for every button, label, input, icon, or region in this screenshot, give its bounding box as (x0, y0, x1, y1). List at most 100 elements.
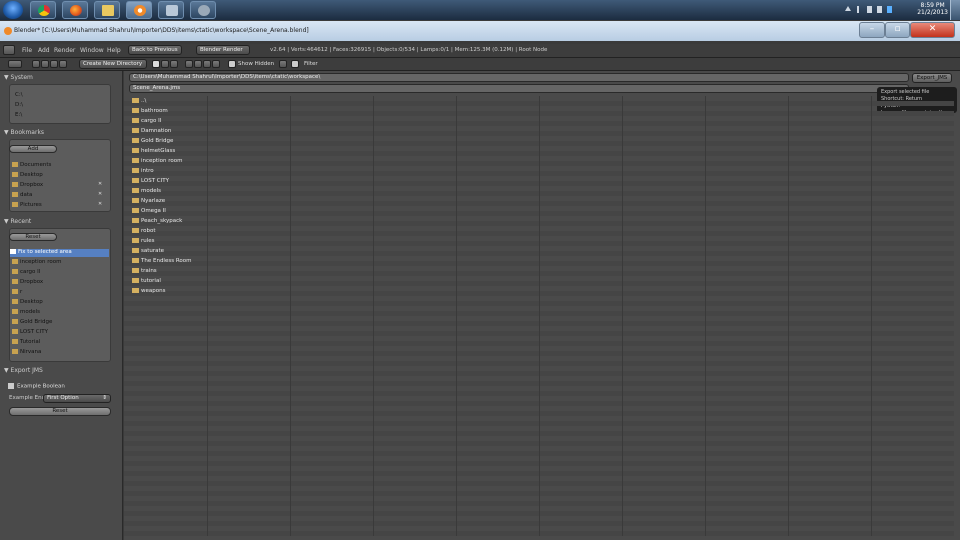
remove-bookmark-icon[interactable]: ✕ (98, 191, 102, 197)
system-panel-header[interactable]: ▼ System (4, 74, 33, 81)
enum-value: First Option (47, 395, 79, 401)
export-jms-button[interactable]: Export_JMS (912, 73, 952, 83)
window-title-bar[interactable]: Blender* [C:\Users\Muhammad Shahrul\Impo… (0, 21, 960, 41)
filename-field[interactable]: Scene_Arena.jms (129, 84, 909, 93)
taskbar-firefox-button[interactable] (62, 1, 88, 19)
menu-add[interactable]: Add (38, 47, 50, 54)
drive-item[interactable]: E:\ (15, 112, 22, 118)
start-button[interactable] (3, 1, 23, 19)
recent-item[interactable]: cargo II (12, 269, 40, 275)
show-desktop-button[interactable] (950, 0, 960, 20)
network-icon[interactable] (867, 6, 872, 13)
sort-size-icon[interactable] (212, 60, 220, 68)
signal-icon[interactable] (857, 6, 859, 13)
folder-item[interactable]: The Endless Room (132, 258, 191, 264)
sort-alpha-icon[interactable] (185, 60, 193, 68)
create-directory-button[interactable]: Create New Directory (79, 59, 147, 69)
display-short-icon[interactable] (152, 60, 160, 68)
folder-item[interactable]: robot (132, 228, 156, 234)
folder-item[interactable]: Peach_skypack (132, 218, 182, 224)
bookmark-item[interactable]: Documents (12, 162, 51, 168)
bluetooth-icon[interactable] (887, 6, 892, 13)
folder-item[interactable]: Nyarlaze (132, 198, 165, 204)
folder-item[interactable]: tutorial (132, 278, 161, 284)
menu-window[interactable]: Window (80, 47, 104, 54)
folder-item[interactable]: rules (132, 238, 155, 244)
folder-item[interactable]: Damnation (132, 128, 171, 134)
recent-item[interactable]: Dropbox (12, 279, 43, 285)
drive-item[interactable]: C:\ (15, 92, 23, 98)
recent-item[interactable]: models (12, 309, 40, 315)
folder-item[interactable]: models (132, 188, 161, 194)
recent-item[interactable]: inception room (12, 259, 61, 265)
recent-panel-header[interactable]: ▼ Recent (4, 218, 31, 225)
back-arrow-icon[interactable] (32, 60, 40, 68)
show-hidden-icons-icon[interactable] (845, 6, 851, 11)
export-panel-header[interactable]: ▼ Export JMS (4, 367, 43, 374)
add-bookmark-button[interactable]: Add (9, 145, 57, 153)
filter-icon[interactable] (279, 60, 287, 68)
bookmark-item[interactable]: Dropbox (12, 182, 43, 188)
parent-directory-icon[interactable] (50, 60, 58, 68)
minimize-button[interactable]: – (859, 22, 885, 38)
display-thumbnail-icon[interactable] (170, 60, 178, 68)
taskbar-app-button[interactable] (158, 1, 184, 19)
filter-label: Filter (304, 61, 318, 67)
example-boolean-checkbox[interactable]: Example Boolean (8, 383, 65, 390)
bookmarks-panel-header[interactable]: ▼ Bookmarks (4, 129, 44, 136)
taskbar-blender-button[interactable] (126, 1, 152, 19)
taskbar-app-button-2[interactable] (190, 1, 216, 19)
recent-item[interactable]: r (12, 289, 22, 295)
back-to-previous-button[interactable]: Back to Previous (128, 45, 182, 55)
taskbar-explorer-button[interactable] (94, 1, 120, 19)
maximize-button[interactable]: ▫ (885, 22, 910, 38)
example-enum-select[interactable]: First Option ⇕ (43, 394, 111, 403)
folder-item[interactable]: inception room (132, 158, 182, 164)
remove-bookmark-icon[interactable]: ✕ (98, 201, 102, 207)
recent-item[interactable]: Desktop (12, 299, 43, 305)
recent-item-selected[interactable]: Fix to selected area (10, 249, 109, 257)
recent-item[interactable]: Tutorial (12, 339, 40, 345)
recent-item[interactable]: LOST CITY (12, 329, 48, 335)
drive-item[interactable]: D:\ (15, 102, 23, 108)
folder-icon (132, 178, 139, 183)
folder-item[interactable]: helmetGlass (132, 148, 175, 154)
folder-item[interactable]: Gold Bridge (132, 138, 173, 144)
forward-arrow-icon[interactable] (41, 60, 49, 68)
folder-item[interactable]: saturate (132, 248, 164, 254)
folder-item[interactable]: intro (132, 168, 154, 174)
show-hidden-checkbox[interactable] (228, 60, 236, 68)
filter-checkbox[interactable] (291, 60, 299, 68)
render-engine-select[interactable]: Blender Render (196, 45, 250, 55)
clock[interactable]: 8:59 PM 21/2/2013 (917, 2, 948, 16)
taskbar-chrome-button[interactable] (30, 1, 56, 19)
recent-item[interactable]: Nirvana (12, 349, 41, 355)
folder-icon (12, 259, 18, 264)
editor-type-icon[interactable] (3, 45, 15, 55)
bookmark-item[interactable]: data (12, 192, 32, 198)
parent-directory-item[interactable]: ..\ (132, 98, 146, 104)
display-detailed-icon[interactable] (161, 60, 169, 68)
menu-render[interactable]: Render (54, 47, 75, 54)
folder-item[interactable]: weapons (132, 288, 165, 294)
remove-bookmark-icon[interactable]: ✕ (98, 181, 102, 187)
reset-export-button[interactable]: Reset (9, 407, 111, 416)
menu-help[interactable]: Help (107, 47, 121, 54)
bookmark-item[interactable]: Desktop (12, 172, 43, 178)
bookmark-item[interactable]: Pictures (12, 202, 42, 208)
editor-type-icon[interactable] (8, 60, 22, 68)
folder-item[interactable]: trains (132, 268, 157, 274)
folder-item[interactable]: bathroom (132, 108, 168, 114)
volume-icon[interactable] (877, 6, 882, 13)
folder-item[interactable]: cargo II (132, 118, 161, 124)
directory-path-field[interactable]: C:\Users\Muhammad Shahrul\Importer\DDS\i… (129, 73, 909, 82)
sort-ext-icon[interactable] (194, 60, 202, 68)
folder-item[interactable]: Omega II (132, 208, 166, 214)
sort-time-icon[interactable] (203, 60, 211, 68)
reset-recent-button[interactable]: Reset (9, 233, 57, 241)
folder-item[interactable]: LOST CITY (132, 178, 169, 184)
recent-item[interactable]: Gold Bridge (12, 319, 52, 325)
close-button[interactable]: ✕ (910, 22, 955, 38)
menu-file[interactable]: File (22, 47, 32, 54)
refresh-icon[interactable] (59, 60, 67, 68)
